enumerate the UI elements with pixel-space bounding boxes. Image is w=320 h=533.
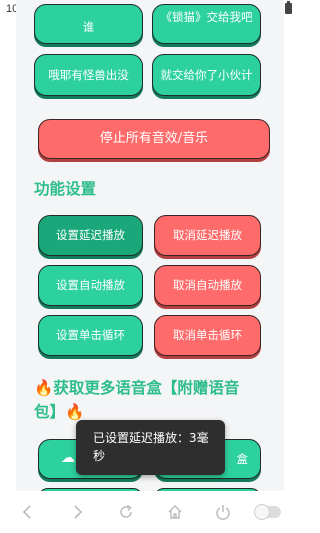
- cancel-delay-play-button[interactable]: 取消延迟播放: [154, 215, 261, 256]
- sound-button[interactable]: 谁: [34, 4, 143, 44]
- browser-bottom-bar: [0, 491, 300, 533]
- cancel-click-loop-label: 取消单击循环: [173, 328, 242, 343]
- set-delay-play-label: 设置延迟播放: [56, 228, 125, 243]
- cancel-auto-play-label: 取消自动播放: [173, 278, 242, 293]
- sound-button-label: 《锁猫》交给我吧: [160, 9, 253, 24]
- sound-button[interactable]: 就交给你了小伙计: [152, 54, 261, 96]
- toggle-knob: [254, 504, 270, 520]
- cloud-icon: ☁: [61, 450, 75, 467]
- power-icon[interactable]: [214, 503, 232, 521]
- sound-button[interactable]: 哦耶有怪兽出没: [34, 54, 143, 96]
- set-click-loop-label: 设置单击循环: [56, 328, 125, 343]
- settings-section-title: 功能设置: [34, 180, 97, 198]
- stop-all-sounds-label: 停止所有音效/音乐: [99, 130, 209, 146]
- more-title-line1: 获取更多语音盒【附赠语音: [53, 379, 240, 397]
- fire-icon: 🔥: [34, 379, 54, 397]
- set-auto-play-button[interactable]: 设置自动播放: [38, 265, 143, 306]
- night-mode-toggle[interactable]: [254, 504, 281, 520]
- back-icon[interactable]: [19, 503, 37, 521]
- cancel-auto-play-button[interactable]: 取消自动播放: [154, 265, 261, 306]
- main-content: 谁 《锁猫》交给我吧 哦耶有怪兽出没 就交给你了小伙计 停止所有音效/音乐 功能…: [16, 0, 284, 491]
- cancel-click-loop-button[interactable]: 取消单击循环: [154, 315, 261, 356]
- set-auto-play-label: 设置自动播放: [56, 278, 125, 293]
- cancel-delay-play-label: 取消延迟播放: [173, 228, 242, 243]
- set-delay-play-button[interactable]: 设置延迟播放: [38, 215, 143, 256]
- voice-pack-label: 盒: [236, 451, 249, 466]
- more-voice-boxes-title[interactable]: 🔥获取更多语音盒【附赠语音 包】🔥: [34, 376, 282, 424]
- refresh-icon[interactable]: [117, 503, 135, 521]
- sound-button[interactable]: 《锁猫》交给我吧: [152, 4, 261, 44]
- sound-button-label: 哦耶有怪兽出没: [48, 67, 129, 82]
- sound-button-label: 就交给你了小伙计: [160, 67, 253, 82]
- home-icon[interactable]: [166, 503, 184, 521]
- more-title-line2: 包】: [34, 403, 66, 422]
- set-click-loop-button[interactable]: 设置单击循环: [38, 315, 143, 356]
- toast-message: 已设置延迟播放：3毫秒: [76, 420, 225, 475]
- sound-button-label: 谁: [82, 19, 95, 34]
- battery-icon: [285, 1, 292, 14]
- forward-icon[interactable]: [68, 503, 86, 521]
- fire-icon: 🔥: [65, 403, 85, 422]
- stop-all-sounds-button[interactable]: 停止所有音效/音乐: [38, 119, 270, 159]
